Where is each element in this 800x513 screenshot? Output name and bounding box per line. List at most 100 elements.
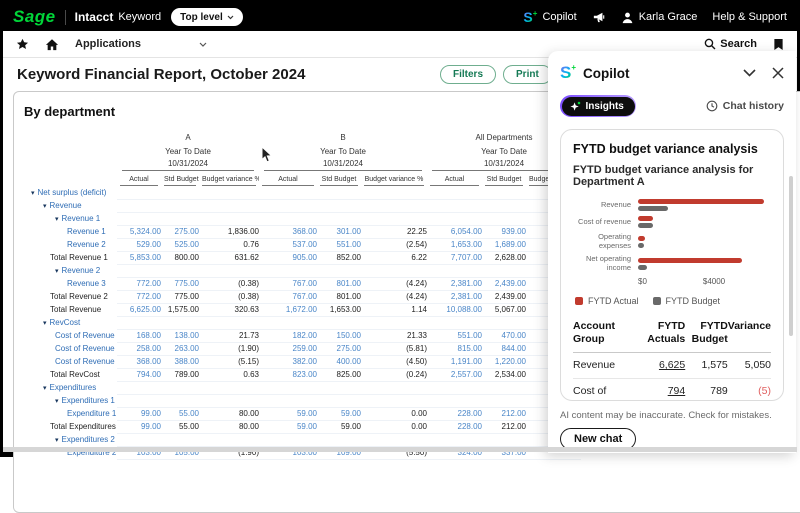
value-cell[interactable]: 767.00 [259,277,317,290]
row-label: Cost of Revenue 1 [55,331,117,340]
value-cell[interactable]: 5,853.00 [117,251,161,264]
collapse-triangle-icon[interactable]: ▾ [43,320,47,327]
user-menu[interactable]: Karla Grace [621,11,698,24]
value-cell[interactable]: 301.00 [317,225,361,238]
close-icon[interactable] [772,67,784,79]
subheader-actual: Actual [259,172,317,186]
value-cell[interactable]: 258.00 [117,342,161,355]
value-cell[interactable]: 823.00 [259,368,317,381]
value-cell[interactable]: 772.00 [117,290,161,303]
report-action-button-filters[interactable]: Filters [440,65,496,84]
actuals-link[interactable]: 794 [668,385,686,397]
chat-history-button[interactable]: Chat history [706,100,784,112]
row-label[interactable]: Revenue [50,201,82,210]
value-cell[interactable]: 537.00 [259,238,317,251]
value-cell[interactable]: 99.00 [117,407,161,420]
value-cell[interactable]: 2,557.00 [427,368,482,381]
value-cell[interactable]: 1,689.00 [482,238,526,251]
row-label[interactable]: Expenditures 1 [62,396,115,405]
value-cell[interactable]: 368.00 [259,225,317,238]
value-cell[interactable]: 1,653.00 [427,238,482,251]
value-cell [117,433,161,446]
copilot-scrollbar[interactable] [789,176,793,336]
value-cell[interactable]: 388.00 [161,355,199,368]
value-cell[interactable]: 382.00 [259,355,317,368]
value-cell[interactable]: 59.00 [259,407,317,420]
value-cell[interactable]: 55.00 [161,407,199,420]
value-cell[interactable]: 400.00 [317,355,361,368]
announcements-button[interactable] [592,11,606,23]
value-cell[interactable]: 275.00 [161,225,199,238]
row-label[interactable]: Expenditures [50,383,97,392]
value-cell[interactable]: 1,672.00 [259,303,317,316]
collapse-triangle-icon[interactable]: ▾ [55,437,59,444]
row-label[interactable]: Revenue 2 [62,266,101,275]
value-cell [161,212,199,225]
value-cell[interactable]: 775.00 [161,277,199,290]
value-cell[interactable]: 2,381.00 [427,290,482,303]
collapse-triangle-icon[interactable]: ▾ [43,203,47,210]
applications-menu[interactable]: Applications [75,38,207,50]
insights-button[interactable]: Insights [560,95,636,117]
value-cell[interactable]: 1,220.00 [482,355,526,368]
row-label-cell: ▾Expenditures 2 [17,433,117,446]
value-cell[interactable]: 6,054.00 [427,225,482,238]
value-cell[interactable]: 182.00 [259,329,317,342]
value-cell[interactable]: 150.00 [317,329,361,342]
row-label[interactable]: Net surplus (deficit) [38,188,107,197]
value-cell[interactable]: 844.00 [482,342,526,355]
value-cell[interactable]: 905.00 [259,251,317,264]
help-support-link[interactable]: Help & Support [712,11,787,23]
collapse-triangle-icon[interactable]: ▾ [55,216,59,223]
value-cell[interactable]: 801.00 [317,277,361,290]
bookmark-icon[interactable] [773,38,784,51]
collapse-triangle-icon[interactable]: ▾ [55,398,59,405]
value-cell[interactable]: 551.00 [317,238,361,251]
value-cell[interactable]: 275.00 [317,342,361,355]
value-cell[interactable]: 138.00 [161,329,199,342]
value-cell[interactable]: 10,088.00 [427,303,482,316]
value-cell[interactable]: 59.00 [259,420,317,433]
value-cell[interactable]: 99.00 [117,420,161,433]
value-cell[interactable]: 767.00 [259,290,317,303]
report-action-button-print[interactable]: Print [503,65,552,84]
value-cell[interactable]: 5,324.00 [117,225,161,238]
value-cell[interactable]: 772.00 [117,277,161,290]
entity-selector[interactable]: Top level [171,8,243,26]
row-label[interactable]: Expenditures 2 [62,435,115,444]
value-cell[interactable]: 529.00 [117,238,161,251]
favorites-star-icon[interactable] [16,38,29,51]
collapse-triangle-icon[interactable]: ▾ [43,385,47,392]
search-button[interactable]: Search [704,38,757,50]
value-cell[interactable]: 228.00 [427,420,482,433]
row-label[interactable]: RevCost [50,318,81,327]
value-cell[interactable]: 259.00 [259,342,317,355]
value-cell[interactable]: 6,625.00 [117,303,161,316]
column-group-name: A [117,130,259,144]
collapse-triangle-icon[interactable]: ▾ [55,268,59,275]
home-icon[interactable] [45,38,59,51]
value-cell[interactable]: 551.00 [427,329,482,342]
value-cell[interactable]: 525.00 [161,238,199,251]
collapse-triangle-icon[interactable]: ▾ [31,190,35,197]
value-cell[interactable]: 263.00 [161,342,199,355]
bottom-scroll-strip[interactable] [3,447,797,452]
value-cell[interactable]: 2,381.00 [427,277,482,290]
topbar-copilot-button[interactable]: S+ Copilot [523,9,576,25]
value-cell[interactable]: 2,439.00 [482,277,526,290]
minimize-chevron-icon[interactable] [743,69,756,77]
value-cell[interactable]: 1,191.00 [427,355,482,368]
value-cell[interactable]: 7,707.00 [427,251,482,264]
value-cell[interactable]: 470.00 [482,329,526,342]
value-cell[interactable]: 794.00 [117,368,161,381]
value-cell[interactable]: 168.00 [117,329,161,342]
value-cell[interactable]: 212.00 [482,407,526,420]
value-cell[interactable]: 228.00 [427,407,482,420]
row-label-cell: ▾Revenue 1 [17,212,117,225]
actuals-link[interactable]: 6,625 [659,359,685,371]
value-cell[interactable]: 368.00 [117,355,161,368]
row-label[interactable]: Revenue 1 [62,214,101,223]
value-cell[interactable]: 939.00 [482,225,526,238]
value-cell[interactable]: 59.00 [317,407,361,420]
value-cell[interactable]: 815.00 [427,342,482,355]
